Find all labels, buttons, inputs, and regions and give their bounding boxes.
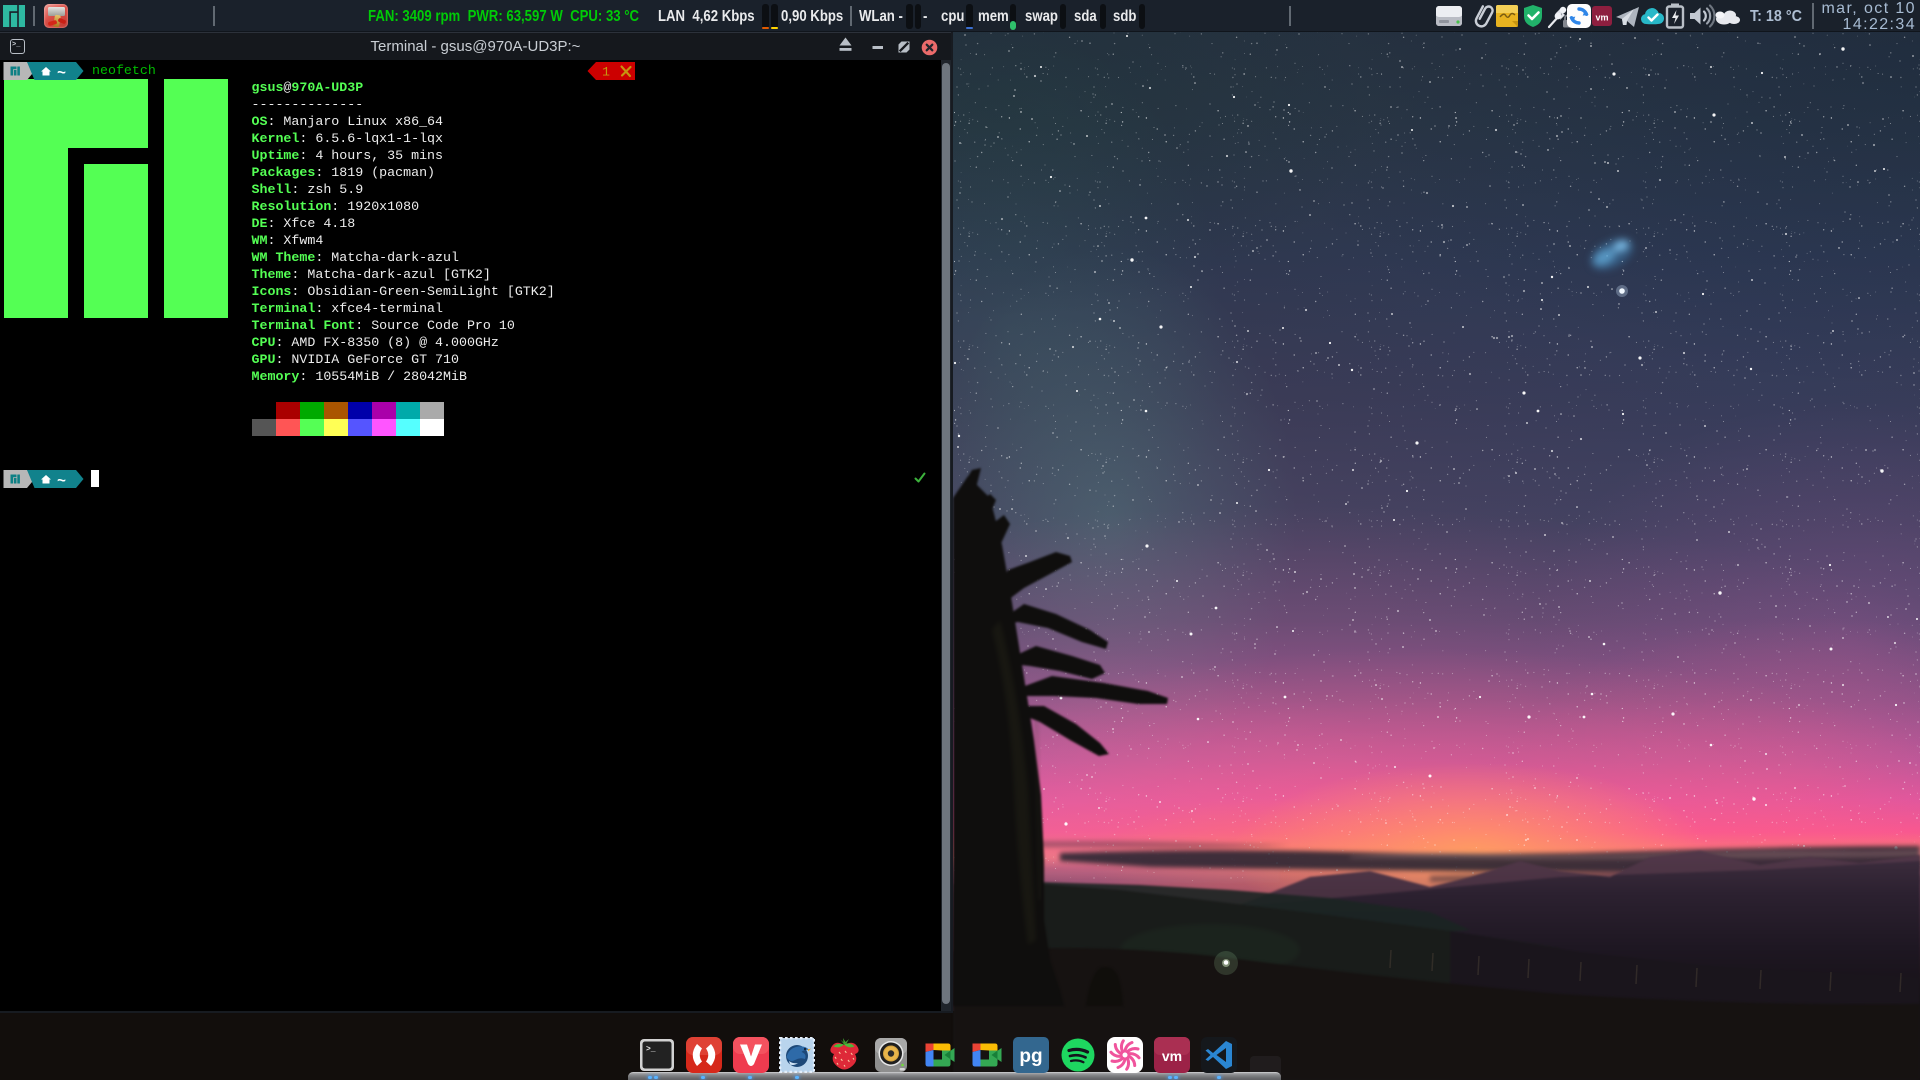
svg-text:>_: >_ [646, 1045, 656, 1054]
svg-text:~: ~ [57, 474, 66, 489]
svg-text:1: 1 [602, 65, 610, 80]
svg-text:~: ~ [57, 66, 66, 81]
svg-text:vm: vm [1162, 1048, 1182, 1064]
svg-text:pg: pg [1020, 1046, 1043, 1067]
svg-text:vm: vm [1595, 13, 1608, 23]
